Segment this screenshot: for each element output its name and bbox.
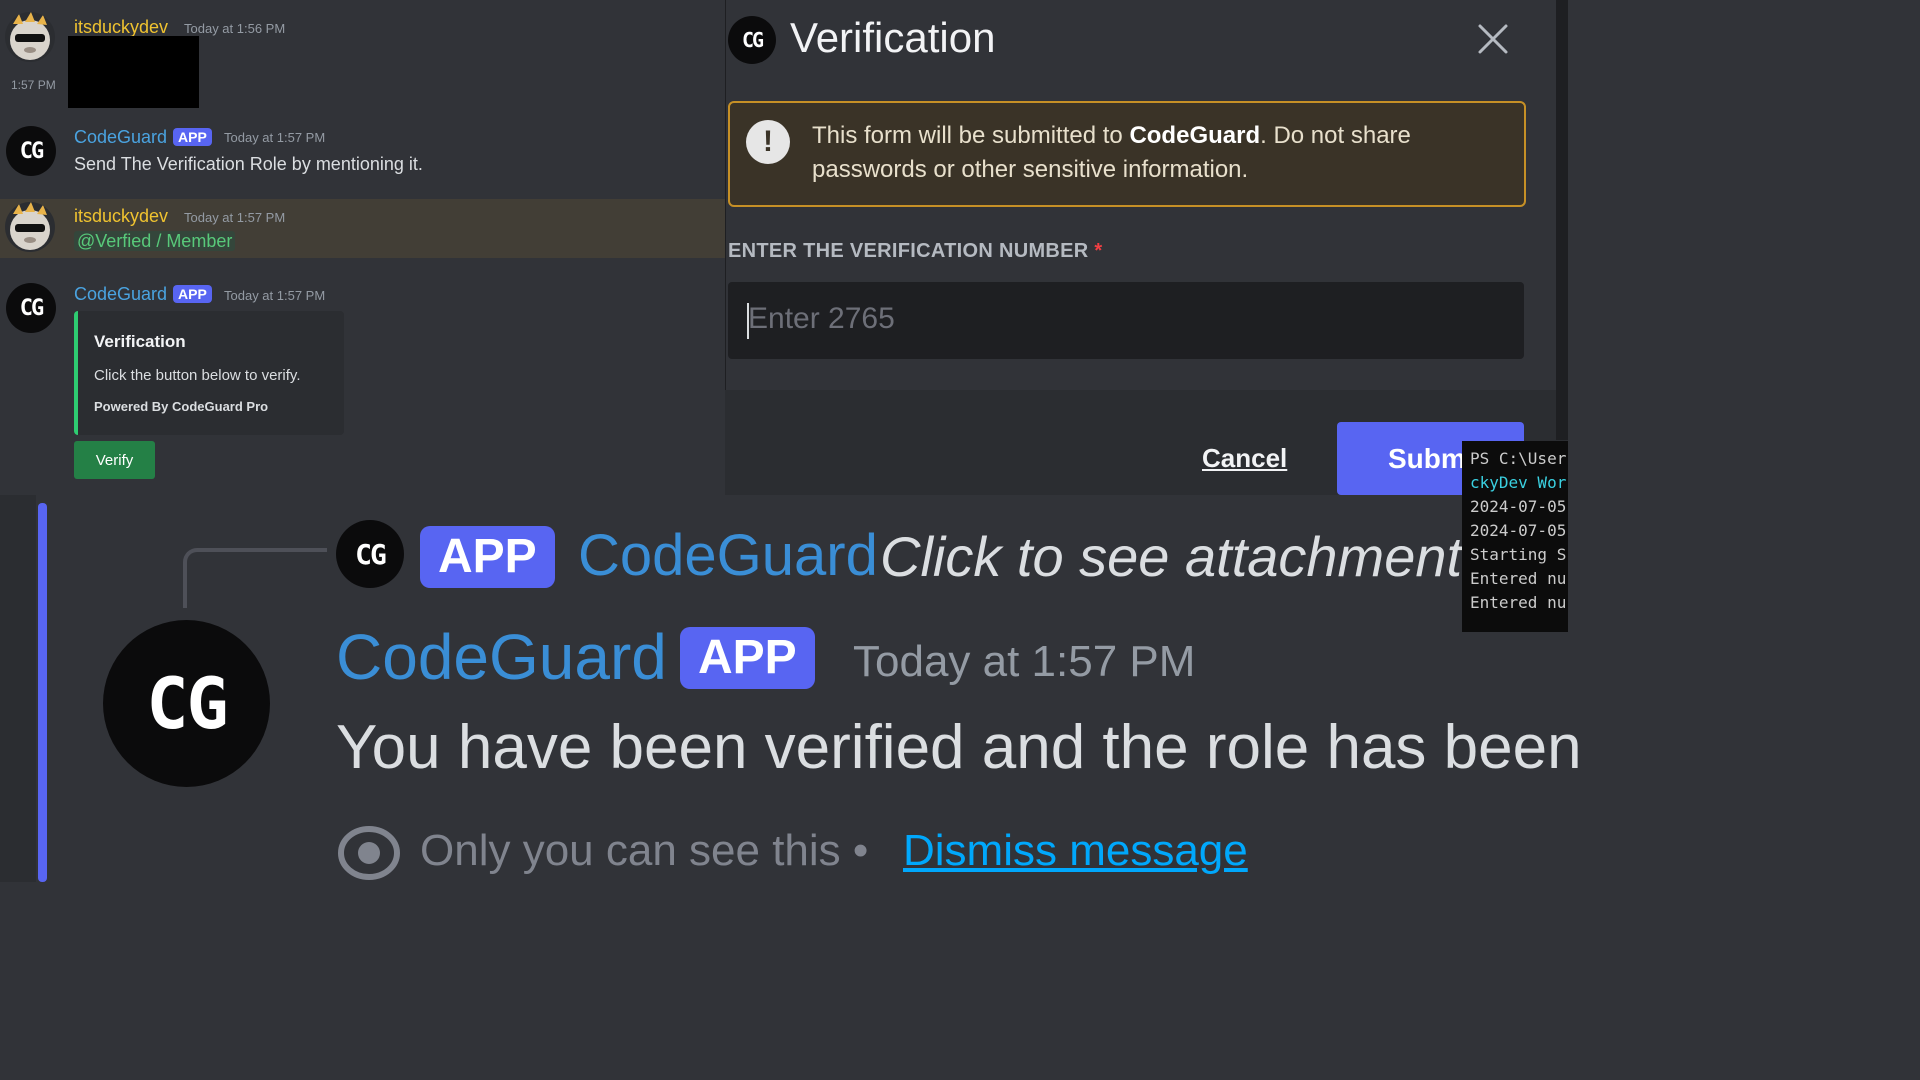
close-icon[interactable] [1474,20,1512,58]
modal-title: Verification [790,14,996,61]
terminal-line: Entered nu [1470,593,1567,612]
warning-text: This form will be submitted to CodeGuard… [812,119,1512,187]
input-placeholder: Enter 2765 [748,302,895,335]
embed-description: Click the button below to verify. [94,367,301,384]
avatar-initials: CG [741,28,764,52]
reply-app-badge: APP [420,526,555,588]
field-label-text: ENTER THE VERIFICATION NUMBER [728,240,1089,262]
redacted-image[interactable] [68,36,199,108]
timestamp: Today at 1:57 PM [224,130,326,145]
terminal-line: 2024-07-05 [1470,521,1567,540]
required-mark: * [1094,240,1103,262]
field-label: ENTER THE VERIFICATION NUMBER * [728,240,1103,263]
timestamp-large: Today at 1:57 PM [853,637,1196,686]
warning-text-pre: This form will be submitted to [812,122,1130,149]
timestamp: Today at 1:57 PM [184,210,286,225]
terminal-line: ckyDev Wor [1470,473,1567,492]
divider [0,110,725,111]
author-name[interactable]: CodeGuard [336,620,667,694]
chat-panel: itsduckydev Today at 1:56 PM 1:57 PM CG … [0,0,725,495]
warning-text-bold: CodeGuard [1129,122,1261,149]
modal-bot-icon: CG [728,16,776,64]
app-badge: APP [173,285,212,303]
bot-avatar-large[interactable]: CG [103,620,270,787]
dismiss-message-link[interactable]: Dismiss message [903,826,1248,876]
username[interactable]: itsduckydev [74,17,168,38]
side-timestamp: 1:57 PM [11,78,56,92]
eye-icon [338,824,400,882]
verification-number-input[interactable]: Enter 2765 [728,282,1524,359]
terminal-line: PS C:\User [1470,449,1567,468]
timestamp: Today at 1:57 PM [224,288,326,303]
app-badge: APP [173,128,212,146]
message-text: Send The Verification Role by mentioning… [74,154,423,174]
username[interactable]: CodeGuard [74,284,167,305]
user-avatar[interactable] [5,202,55,252]
embed-title: Verification [94,332,186,351]
reply-preview[interactable]: Click to see attachment [880,524,1462,589]
terminal-line: 2024-07-05 [1470,497,1567,516]
avatar-initials: CG [146,662,228,745]
warning-box: ! This form will be submitted to CodeGua… [728,101,1526,207]
terminal-line: Entered nu [1470,569,1567,588]
terminal-line: Starting S [1470,545,1567,564]
avatar-initials: CG [19,138,44,164]
reply-avatar[interactable]: CG [336,520,404,588]
ephemeral-accent-bar [38,503,47,882]
username[interactable]: CodeGuard [74,127,167,148]
username[interactable]: itsduckydev [74,206,168,227]
message-text-large: You have been verified and the role has … [336,713,1582,782]
bot-avatar[interactable]: CG [6,126,56,176]
alert-icon: ! [746,120,790,164]
reply-author[interactable]: CodeGuard [578,522,878,589]
ephemeral-notice: Only you can see this • [420,826,869,875]
cancel-button[interactable]: Cancel [1202,443,1287,474]
embed-footer: Powered By CodeGuard Pro [94,399,269,414]
bot-avatar[interactable]: CG [6,283,56,333]
embed: Verification Click the button below to v… [74,311,344,435]
submit-label: Submi [1388,443,1474,474]
side-strip [0,495,36,882]
timestamp: Today at 1:56 PM [184,21,286,36]
avatar-initials: CG [19,295,44,321]
app-badge-large: APP [680,627,815,689]
avatar-initials: CG [355,537,387,571]
reply-connector [183,548,327,608]
scrollbar[interactable] [1556,0,1568,440]
role-mention[interactable]: @Verfied / Member [74,231,236,251]
terminal-window[interactable]: PS C:\User ckyDev Wor 2024-07-05 2024-07… [1462,441,1568,632]
user-avatar[interactable] [5,12,55,62]
verify-button[interactable]: Verify [74,441,155,479]
